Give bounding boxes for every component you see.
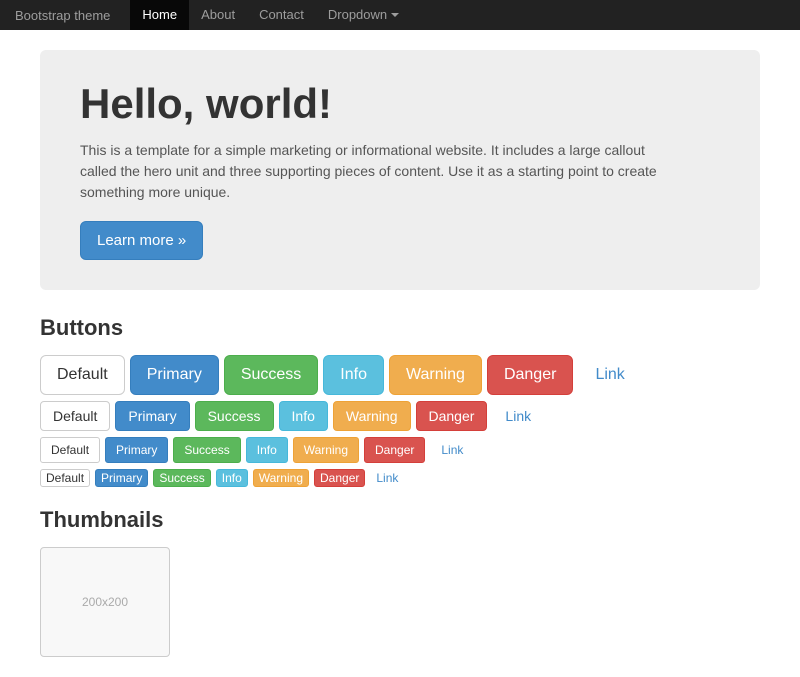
- button-row-lg: Default Primary Success Info Warning Dan…: [40, 355, 760, 395]
- nav-item-contact[interactable]: Contact: [247, 0, 316, 30]
- jumbotron-heading: Hello, world!: [80, 80, 720, 128]
- nav-link-dropdown[interactable]: Dropdown: [316, 0, 411, 30]
- thumbnails-section-title: Thumbnails: [40, 507, 760, 533]
- nav-link-home[interactable]: Home: [130, 0, 189, 30]
- jumbotron-description: This is a template for a simple marketin…: [80, 140, 680, 203]
- btn-danger-md[interactable]: Danger: [416, 401, 488, 431]
- btn-default-sm[interactable]: Default: [40, 437, 100, 463]
- button-row-xs: Default Primary Success Info Warning Dan…: [40, 469, 760, 487]
- btn-info-md[interactable]: Info: [279, 401, 328, 431]
- btn-success-sm[interactable]: Success: [173, 437, 240, 463]
- btn-link-xs[interactable]: Link: [370, 469, 404, 487]
- btn-warning-sm[interactable]: Warning: [293, 437, 359, 463]
- learn-more-button[interactable]: Learn more »: [80, 221, 203, 260]
- nav-item-home[interactable]: Home: [130, 0, 189, 30]
- btn-default-lg[interactable]: Default: [40, 355, 125, 395]
- nav-item-about[interactable]: About: [189, 0, 247, 30]
- btn-warning-lg[interactable]: Warning: [389, 355, 482, 395]
- btn-info-lg[interactable]: Info: [323, 355, 384, 395]
- navbar-nav: Home About Contact Dropdown: [130, 0, 411, 30]
- btn-default-md[interactable]: Default: [40, 401, 110, 431]
- btn-danger-lg[interactable]: Danger: [487, 355, 573, 395]
- thumbnails-section: Thumbnails 200x200: [40, 507, 760, 657]
- btn-primary-lg[interactable]: Primary: [130, 355, 219, 395]
- btn-info-xs[interactable]: Info: [216, 469, 248, 487]
- dropdown-caret-icon: [391, 13, 399, 17]
- btn-primary-md[interactable]: Primary: [115, 401, 189, 431]
- btn-default-xs[interactable]: Default: [40, 469, 90, 487]
- buttons-section-title: Buttons: [40, 315, 760, 341]
- button-row-sm: Default Primary Success Info Warning Dan…: [40, 437, 760, 463]
- thumbnail-label: 200x200: [82, 595, 128, 609]
- navbar-brand[interactable]: Bootstrap theme: [15, 8, 110, 23]
- btn-success-xs[interactable]: Success: [153, 469, 210, 487]
- btn-link-md[interactable]: Link: [492, 401, 544, 431]
- button-row-md: Default Primary Success Info Warning Dan…: [40, 401, 760, 431]
- main-container: Hello, world! This is a template for a s…: [25, 30, 775, 677]
- btn-success-md[interactable]: Success: [195, 401, 274, 431]
- btn-warning-md[interactable]: Warning: [333, 401, 411, 431]
- btn-danger-sm[interactable]: Danger: [364, 437, 425, 463]
- nav-item-dropdown[interactable]: Dropdown: [316, 0, 411, 30]
- btn-link-sm[interactable]: Link: [430, 437, 474, 463]
- buttons-section: Buttons Default Primary Success Info War…: [40, 315, 760, 487]
- btn-danger-xs[interactable]: Danger: [314, 469, 365, 487]
- nav-link-contact[interactable]: Contact: [247, 0, 316, 30]
- jumbotron: Hello, world! This is a template for a s…: [40, 50, 760, 290]
- btn-primary-sm[interactable]: Primary: [105, 437, 168, 463]
- navbar: Bootstrap theme Home About Contact Dropd…: [0, 0, 800, 30]
- btn-info-sm[interactable]: Info: [246, 437, 288, 463]
- btn-warning-xs[interactable]: Warning: [253, 469, 309, 487]
- nav-link-about[interactable]: About: [189, 0, 247, 30]
- btn-link-lg[interactable]: Link: [578, 355, 641, 395]
- btn-success-lg[interactable]: Success: [224, 355, 318, 395]
- btn-primary-xs[interactable]: Primary: [95, 469, 148, 487]
- thumbnail-placeholder: 200x200: [40, 547, 170, 657]
